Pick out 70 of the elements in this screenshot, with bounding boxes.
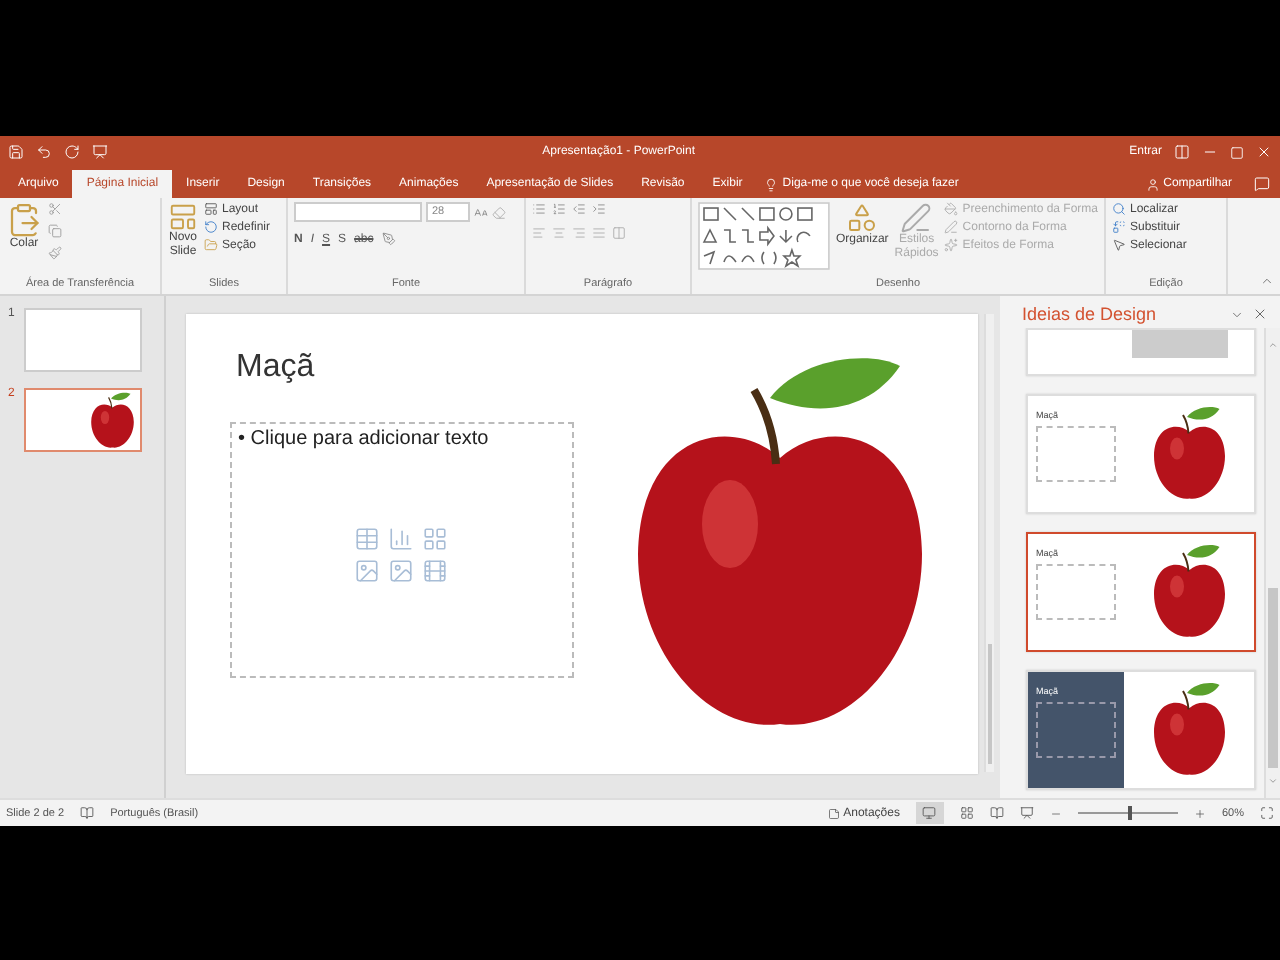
bullets-icon[interactable] bbox=[532, 202, 546, 216]
numbering-icon[interactable] bbox=[552, 202, 566, 216]
copy-icon[interactable] bbox=[48, 224, 62, 238]
close-icon[interactable] bbox=[1252, 306, 1268, 322]
maximize-icon[interactable] bbox=[1230, 145, 1244, 159]
layout-icon bbox=[204, 202, 218, 216]
zoom-out-icon[interactable] bbox=[1049, 807, 1062, 819]
font-size-icon[interactable] bbox=[474, 205, 488, 219]
zoom-in-icon[interactable] bbox=[1193, 807, 1206, 819]
online-picture-icon[interactable] bbox=[388, 558, 414, 584]
search-icon bbox=[1112, 202, 1126, 216]
chart-icon[interactable] bbox=[388, 526, 414, 552]
justify-icon[interactable] bbox=[592, 226, 606, 240]
align-right-icon[interactable] bbox=[572, 226, 586, 240]
zoom-thumb[interactable] bbox=[1127, 806, 1132, 820]
pointer-icon bbox=[1112, 238, 1126, 252]
slideshow-icon[interactable] bbox=[1019, 806, 1034, 820]
columns-icon[interactable] bbox=[612, 226, 626, 240]
scissors-icon[interactable] bbox=[48, 202, 62, 216]
person-icon bbox=[1145, 177, 1160, 191]
normal-view-icon bbox=[922, 806, 937, 820]
slide-thumbnail[interactable] bbox=[24, 308, 142, 372]
collapse-icon[interactable] bbox=[1260, 274, 1274, 288]
scroll-down-icon[interactable] bbox=[1268, 776, 1278, 786]
lightbulb-icon bbox=[764, 177, 779, 191]
apple-drawing bbox=[1151, 406, 1227, 502]
scrollbar[interactable] bbox=[984, 314, 994, 772]
placeholder-text: • Clique para adicionar texto bbox=[236, 426, 491, 454]
reading-view-icon[interactable] bbox=[989, 806, 1004, 820]
pen-icon bbox=[944, 220, 959, 234]
indent-decrease-icon[interactable] bbox=[572, 202, 586, 216]
scrollbar[interactable] bbox=[1264, 328, 1280, 798]
clipboard-icon bbox=[6, 202, 42, 238]
paintbrush-icon[interactable] bbox=[48, 246, 62, 260]
paint-bucket-icon bbox=[944, 202, 959, 216]
comment-icon[interactable] bbox=[1254, 176, 1270, 192]
picture-icon[interactable] bbox=[354, 558, 380, 584]
slide-thumbnail[interactable] bbox=[24, 388, 142, 452]
smartart-icon[interactable] bbox=[422, 526, 448, 552]
scroll-up-icon[interactable] bbox=[1268, 340, 1278, 350]
apple-drawing bbox=[1151, 682, 1227, 778]
reset-icon bbox=[204, 220, 218, 234]
font-color-icon[interactable] bbox=[381, 232, 396, 246]
video-icon[interactable] bbox=[422, 558, 448, 584]
effects-icon bbox=[944, 238, 959, 252]
ribbon-display-icon[interactable] bbox=[1174, 144, 1190, 160]
font-name-field[interactable] bbox=[294, 202, 422, 222]
save-icon[interactable] bbox=[8, 144, 24, 160]
align-center-icon[interactable] bbox=[552, 226, 566, 240]
notes-icon bbox=[827, 807, 840, 819]
fit-slide-icon[interactable] bbox=[1260, 806, 1274, 820]
shapes-icon bbox=[846, 202, 879, 234]
normal-view-button[interactable] bbox=[915, 802, 944, 824]
clear-format-icon[interactable] bbox=[492, 205, 506, 219]
indent-increase-icon[interactable] bbox=[592, 202, 606, 216]
slide-icon bbox=[168, 202, 198, 232]
redo-icon[interactable] bbox=[64, 144, 80, 160]
shapes-gallery[interactable] bbox=[698, 202, 830, 270]
pane-title: Ideias de Design bbox=[1022, 304, 1159, 324]
undo-icon[interactable] bbox=[36, 144, 52, 160]
apple-drawing bbox=[1151, 544, 1227, 640]
presentation-icon[interactable] bbox=[92, 144, 108, 160]
align-left-icon[interactable] bbox=[532, 226, 546, 240]
content-placeholder[interactable]: • Clique para adicionar texto bbox=[230, 422, 574, 678]
folder-icon bbox=[204, 238, 218, 252]
dropdown-icon[interactable] bbox=[1230, 307, 1244, 321]
apple-drawing bbox=[89, 391, 134, 449]
slide-title: Maçã bbox=[234, 350, 317, 386]
slide-sorter-icon[interactable] bbox=[959, 806, 974, 820]
table-icon[interactable] bbox=[354, 526, 380, 552]
